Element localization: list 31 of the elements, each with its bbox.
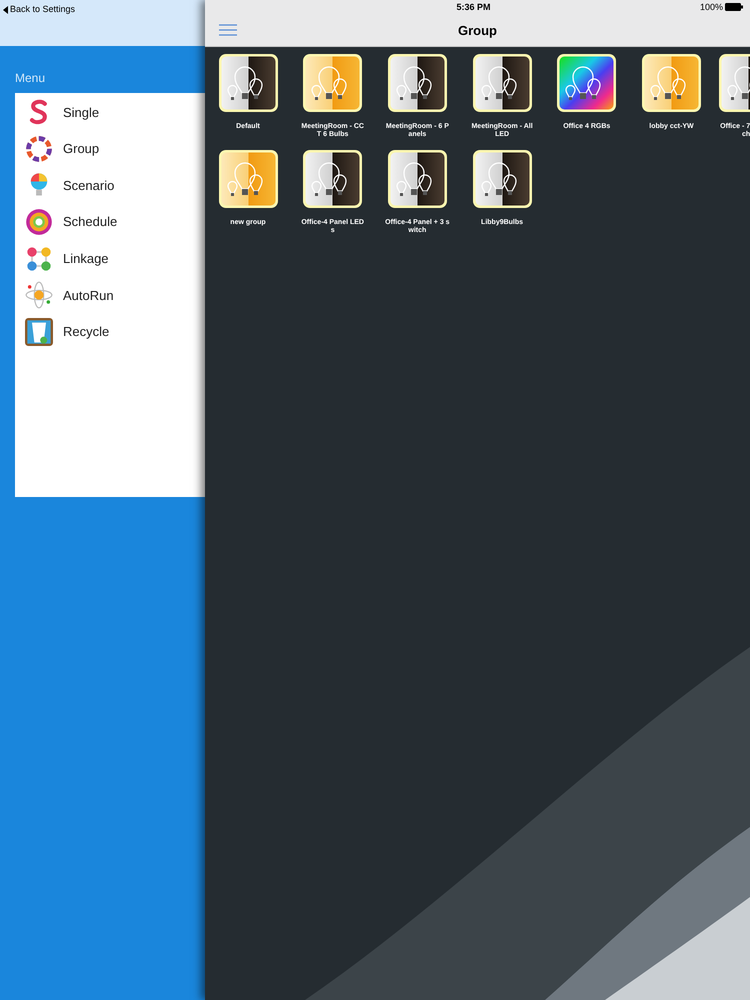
back-arrow-icon — [3, 6, 8, 14]
menu-item[interactable]: Group — [15, 130, 205, 168]
back-link[interactable]: Back to Settings — [3, 3, 76, 16]
menu-item[interactable]: Single — [15, 94, 205, 131]
page-title: Group — [458, 22, 497, 40]
light-bulbs-icon — [302, 149, 364, 209]
battery-level: 100% — [700, 0, 724, 14]
group-icon — [25, 134, 53, 163]
menu-item[interactable]: Scenario — [15, 167, 205, 204]
menu-item[interactable]: Recycle — [15, 314, 205, 350]
schedule-icon — [25, 208, 53, 236]
menu-icon[interactable] — [219, 24, 237, 36]
recycle-icon — [25, 318, 53, 346]
light-bulbs-icon — [556, 53, 618, 113]
autorun-icon — [25, 281, 53, 310]
light-bulbs-icon — [472, 53, 533, 113]
light-bulbs-icon — [718, 53, 750, 113]
light-bulbs-icon — [472, 149, 533, 209]
light-bulbs-icon — [218, 53, 278, 113]
menu-item[interactable]: Schedule — [15, 204, 205, 240]
light-bulbs-icon — [218, 149, 278, 209]
battery-icon — [725, 3, 744, 12]
menu-title: Menu — [15, 70, 46, 87]
light-bulbs-icon — [640, 53, 702, 113]
light-bulbs-icon — [386, 149, 448, 209]
linkage-icon — [25, 244, 53, 273]
menu-item[interactable]: Linkage — [15, 240, 205, 277]
light-bulbs-icon — [386, 53, 448, 113]
status-time: 5:36 PM — [456, 0, 490, 14]
light-bulbs-icon — [302, 53, 364, 113]
menu-item[interactable]: AutoRun — [15, 276, 205, 314]
